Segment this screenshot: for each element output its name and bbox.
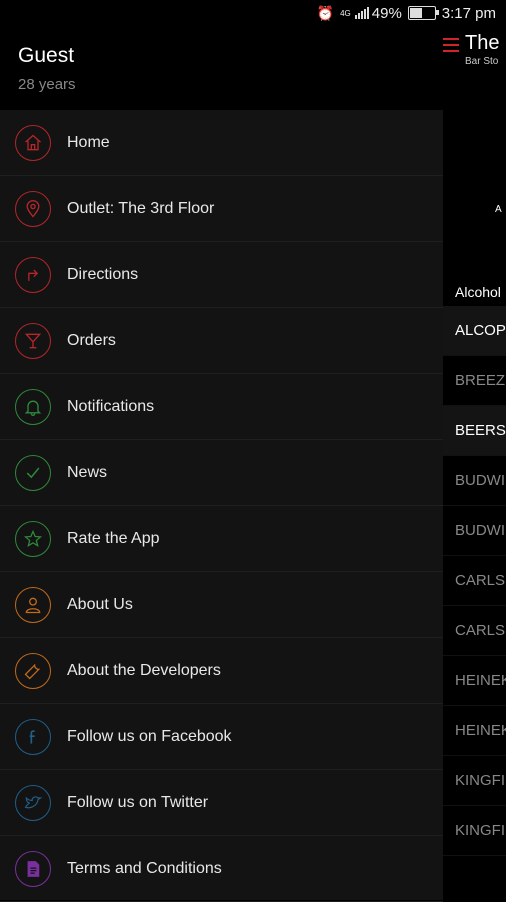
drawer-item-home[interactable]: Home xyxy=(0,110,443,176)
wrench-icon xyxy=(15,652,51,689)
drawer-item-follow-us-on-twitter[interactable]: Follow us on Twitter xyxy=(0,770,443,836)
star-icon xyxy=(15,520,51,557)
list-item[interactable]: HEINEK xyxy=(443,706,506,756)
list-item[interactable]: HEINEK xyxy=(443,656,506,706)
drawer-item-orders[interactable]: Orders xyxy=(0,308,443,374)
drawer-item-label: Directions xyxy=(67,265,139,283)
logo-fragment: A xyxy=(495,204,502,215)
navigation-drawer: Guest 28 years Home Outlet: The 3rd Floor… xyxy=(0,26,443,902)
hamburger-menu-icon[interactable] xyxy=(443,38,459,56)
drawer-item-follow-us-on-facebook[interactable]: Follow us on Facebook xyxy=(0,704,443,770)
app-toolbar: The Bar Sto xyxy=(443,26,506,110)
drawer-menu: Home Outlet: The 3rd Floor Directions Order… xyxy=(0,110,443,902)
drawer-item-label: Orders xyxy=(67,331,116,349)
drawer-item-directions[interactable]: Directions xyxy=(0,242,443,308)
list-item[interactable]: KINGFI xyxy=(443,806,506,856)
user-age: 28 years xyxy=(18,76,76,93)
battery-percent: 49% xyxy=(371,4,402,22)
drawer-item-label: Outlet: The 3rd Floor xyxy=(67,199,215,217)
list-item[interactable]: BREEZ xyxy=(443,356,506,406)
network-type-label: 4G xyxy=(340,8,351,18)
location-pin-icon xyxy=(15,190,51,227)
menu-list: Alcohol ALCOP BREEZ BEERS BUDWI BUDWI CARLS CA… xyxy=(443,284,506,856)
list-item[interactable]: CARLS xyxy=(443,606,506,656)
list-item[interactable]: BUDWI xyxy=(443,506,506,556)
user-name: Guest xyxy=(18,44,75,67)
drawer-header: Guest 28 years xyxy=(0,26,443,110)
checkmark-icon xyxy=(15,454,51,491)
drawer-item-label: Terms and Conditions xyxy=(67,859,222,877)
clock: 3:17 pm xyxy=(441,4,496,22)
home-icon xyxy=(15,124,51,161)
drawer-item-about-us[interactable]: About Us xyxy=(0,572,443,638)
category-header[interactable]: BEERS xyxy=(443,406,506,456)
drawer-item-label: Rate the App xyxy=(67,529,160,547)
drawer-item-outlet-the-3rd-floor[interactable]: Outlet: The 3rd Floor xyxy=(0,176,443,242)
category-header[interactable]: ALCOP xyxy=(443,306,506,356)
list-item[interactable]: CARLS xyxy=(443,556,506,606)
app-subtitle: Bar Sto xyxy=(465,56,499,67)
app-title: The xyxy=(465,32,500,54)
bell-icon xyxy=(15,388,51,425)
alarm-icon: ⏰ xyxy=(316,4,335,21)
drawer-item-label: Home xyxy=(67,133,110,151)
drawer-item-rate-the-app[interactable]: Rate the App xyxy=(0,506,443,572)
directions-icon xyxy=(15,256,51,293)
document-icon xyxy=(15,850,51,887)
signal-icon xyxy=(354,7,369,19)
twitter-icon xyxy=(15,784,51,821)
background-app: The Bar Sto A Alcohol ALCOP BREEZ BEERS BUD… xyxy=(443,26,506,900)
drawer-item-terms-and-conditions[interactable]: Terms and Conditions xyxy=(0,836,443,902)
list-item[interactable]: KINGFI xyxy=(443,756,506,806)
drawer-item-label: Follow us on Facebook xyxy=(67,727,232,745)
drawer-item-about-the-developers[interactable]: About the Developers xyxy=(0,638,443,704)
battery-icon xyxy=(407,6,439,20)
drawer-item-label: Follow us on Twitter xyxy=(67,793,209,811)
drawer-item-label: Notifications xyxy=(67,397,155,415)
category-title: Alcohol xyxy=(455,284,501,300)
list-item[interactable]: BUDWI xyxy=(443,456,506,506)
person-icon xyxy=(15,586,51,623)
drawer-item-label: About the Developers xyxy=(67,661,221,679)
status-bar: ⏰ 4G 49% 3:17 pm xyxy=(0,0,506,26)
drawer-item-notifications[interactable]: Notifications xyxy=(0,374,443,440)
facebook-icon xyxy=(15,718,51,755)
drawer-item-label: News xyxy=(67,463,108,481)
drawer-item-label: About Us xyxy=(67,595,133,613)
drawer-item-news[interactable]: News xyxy=(0,440,443,506)
cocktail-glass-icon xyxy=(15,322,51,359)
